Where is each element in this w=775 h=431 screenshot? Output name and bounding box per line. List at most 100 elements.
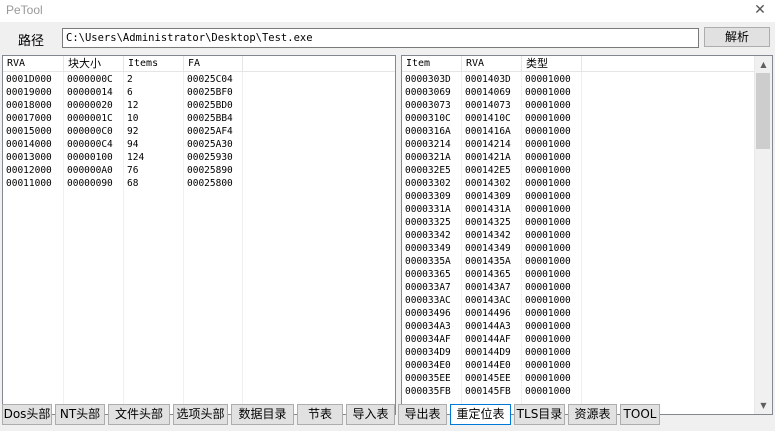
- column-header-rva[interactable]: RVA: [3, 56, 64, 71]
- tab-10[interactable]: 资源表: [568, 404, 617, 425]
- fa-cell: 00025BD0: [187, 100, 233, 111]
- item-cell: 000035EE: [405, 373, 451, 384]
- table-row[interactable]: 0000335A 0001435A 00001000: [402, 255, 642, 268]
- items-cell: 10: [127, 113, 139, 124]
- table-row[interactable]: 00003309 00014309 00001000: [402, 190, 642, 203]
- tab-5[interactable]: 节表: [297, 404, 343, 425]
- table-row[interactable]: 000035FB 000145FB 00001000: [402, 385, 642, 398]
- section-tab-bar: Dos头部 NT头部 文件头部 选项头部 数据目录 节表 导入表 导出表 重定位表 TLS目录 资源…: [0, 404, 775, 426]
- column-header-rva[interactable]: RVA: [462, 56, 522, 71]
- table-row[interactable]: 000034A3 000144A3 00001000: [402, 320, 642, 333]
- type-cell: 00001000: [525, 256, 571, 267]
- table-row[interactable]: 000033A7 000143A7 00001000: [402, 281, 642, 294]
- rva-cell: 00014325: [465, 217, 511, 228]
- rva-cell: 000144E0: [465, 360, 511, 371]
- table-row[interactable]: 0000321A 0001421A 00001000: [402, 151, 642, 164]
- table-row[interactable]: 00012000 000000A0 76 00025890: [3, 164, 243, 177]
- rva-cell: 00013000: [6, 152, 52, 163]
- tab-1[interactable]: NT头部: [55, 404, 105, 425]
- items-cell: 68: [127, 178, 139, 189]
- table-row[interactable]: 00018000 00000020 12 00025BD0: [3, 99, 243, 112]
- table-row[interactable]: 0001D000 0000000C 2 00025C04: [3, 73, 243, 86]
- table-row[interactable]: 00017000 0000001C 10 00025BB4: [3, 112, 243, 125]
- block-size-cell: 00000020: [67, 100, 113, 111]
- table-row[interactable]: 0000303D 0001403D 00001000: [402, 73, 642, 86]
- table-row[interactable]: 00019000 00000014 6 00025BF0: [3, 86, 243, 99]
- items-cell: 76: [127, 165, 139, 176]
- items-cell: 92: [127, 126, 139, 137]
- column-header-items[interactable]: Items: [124, 56, 184, 71]
- block-size-cell: 00000014: [67, 87, 113, 98]
- rva-cell: 00017000: [6, 113, 52, 124]
- scroll-up-arrow-icon[interactable]: ▲: [755, 56, 772, 73]
- item-cell: 0000331A: [405, 204, 451, 215]
- type-cell: 00001000: [525, 191, 571, 202]
- rva-cell: 00019000: [6, 87, 52, 98]
- tab-6[interactable]: 导入表: [346, 404, 395, 425]
- rva-cell: 00014365: [465, 269, 511, 280]
- rva-cell: 00018000: [6, 100, 52, 111]
- main-panel: 路径 C:\Users\Administrator\Desktop\Test.e…: [0, 22, 775, 431]
- tab-4[interactable]: 数据目录: [231, 404, 294, 425]
- table-row[interactable]: 00003325 00014325 00001000: [402, 216, 642, 229]
- close-icon[interactable]: ✕: [749, 0, 771, 20]
- tab-3[interactable]: 选项头部: [173, 404, 228, 425]
- tab-9[interactable]: TLS目录: [514, 404, 565, 425]
- type-cell: 00001000: [525, 152, 571, 163]
- tab-11[interactable]: TOOL: [620, 404, 660, 425]
- type-cell: 00001000: [525, 126, 571, 137]
- type-cell: 00001000: [525, 230, 571, 241]
- rva-cell: 0001D000: [6, 74, 52, 85]
- tab-0[interactable]: Dos头部: [2, 404, 52, 425]
- item-cell: 000032E5: [405, 165, 451, 176]
- item-cell: 000035FB: [405, 386, 451, 397]
- table-row[interactable]: 00003073 00014073 00001000: [402, 99, 642, 112]
- table-row[interactable]: 0000310C 0001410C 00001000: [402, 112, 642, 125]
- table-row[interactable]: 00014000 000000C4 94 00025A30: [3, 138, 243, 151]
- path-input[interactable]: C:\Users\Administrator\Desktop\Test.exe: [62, 28, 699, 48]
- type-cell: 00001000: [525, 386, 571, 397]
- table-row[interactable]: 0000331A 0001431A 00001000: [402, 203, 642, 216]
- table-row[interactable]: 00015000 000000C0 92 00025AF4: [3, 125, 243, 138]
- type-cell: 00001000: [525, 74, 571, 85]
- table-row[interactable]: 0000316A 0001416A 00001000: [402, 125, 642, 138]
- analyze-button[interactable]: 解析: [704, 27, 770, 47]
- type-cell: 00001000: [525, 360, 571, 371]
- table-row[interactable]: 00003496 00014496 00001000: [402, 307, 642, 320]
- table-row[interactable]: 00011000 00000090 68 00025800: [3, 177, 243, 190]
- table-row[interactable]: 000033AC 000143AC 00001000: [402, 294, 642, 307]
- tab-7[interactable]: 导出表: [398, 404, 447, 425]
- type-cell: 00001000: [525, 321, 571, 332]
- item-cell: 00003342: [405, 230, 451, 241]
- column-header-fa[interactable]: FA: [184, 56, 243, 71]
- table-row[interactable]: 00003349 00014349 00001000: [402, 242, 642, 255]
- table-row[interactable]: 000034D9 000144D9 00001000: [402, 346, 642, 359]
- column-header-block-size[interactable]: 块大小: [64, 56, 124, 71]
- relocation-item-table[interactable]: Item RVA 类型 0000303D 0001403D 00001000 0000…: [401, 55, 773, 415]
- table-row[interactable]: 00003342 00014342 00001000: [402, 229, 642, 242]
- rva-cell: 0001416A: [465, 126, 511, 137]
- table-row[interactable]: 00003365 00014365 00001000: [402, 268, 642, 281]
- rva-cell: 00014496: [465, 308, 511, 319]
- table-row[interactable]: 000034E0 000144E0 00001000: [402, 359, 642, 372]
- table-row[interactable]: 000035EE 000145EE 00001000: [402, 372, 642, 385]
- table-row[interactable]: 00003069 00014069 00001000: [402, 86, 642, 99]
- vertical-scrollbar[interactable]: ▲ ▼: [754, 56, 772, 414]
- table-row[interactable]: 000032E5 000142E5 00001000: [402, 164, 642, 177]
- tab-2[interactable]: 文件头部: [108, 404, 170, 425]
- items-cell: 2: [127, 74, 133, 85]
- table-row[interactable]: 000034AF 000144AF 00001000: [402, 333, 642, 346]
- scrollbar-thumb[interactable]: [756, 73, 770, 149]
- table-row[interactable]: 00003302 00014302 00001000: [402, 177, 642, 190]
- items-cell: 12: [127, 100, 139, 111]
- rva-cell: 00014309: [465, 191, 511, 202]
- table-row[interactable]: 00003214 00014214 00001000: [402, 138, 642, 151]
- tab-8[interactable]: 重定位表: [450, 404, 511, 425]
- item-cell: 0000321A: [405, 152, 451, 163]
- table-row[interactable]: 00013000 00000100 124 00025930: [3, 151, 243, 164]
- item-cell: 0000303D: [405, 74, 451, 85]
- relocation-block-table[interactable]: RVA 块大小 Items FA 0001D000 0000000C 2 00025C…: [2, 55, 396, 415]
- column-header-type[interactable]: 类型: [522, 56, 582, 71]
- column-header-item[interactable]: Item: [402, 56, 462, 71]
- block-size-cell: 000000C0: [67, 126, 113, 137]
